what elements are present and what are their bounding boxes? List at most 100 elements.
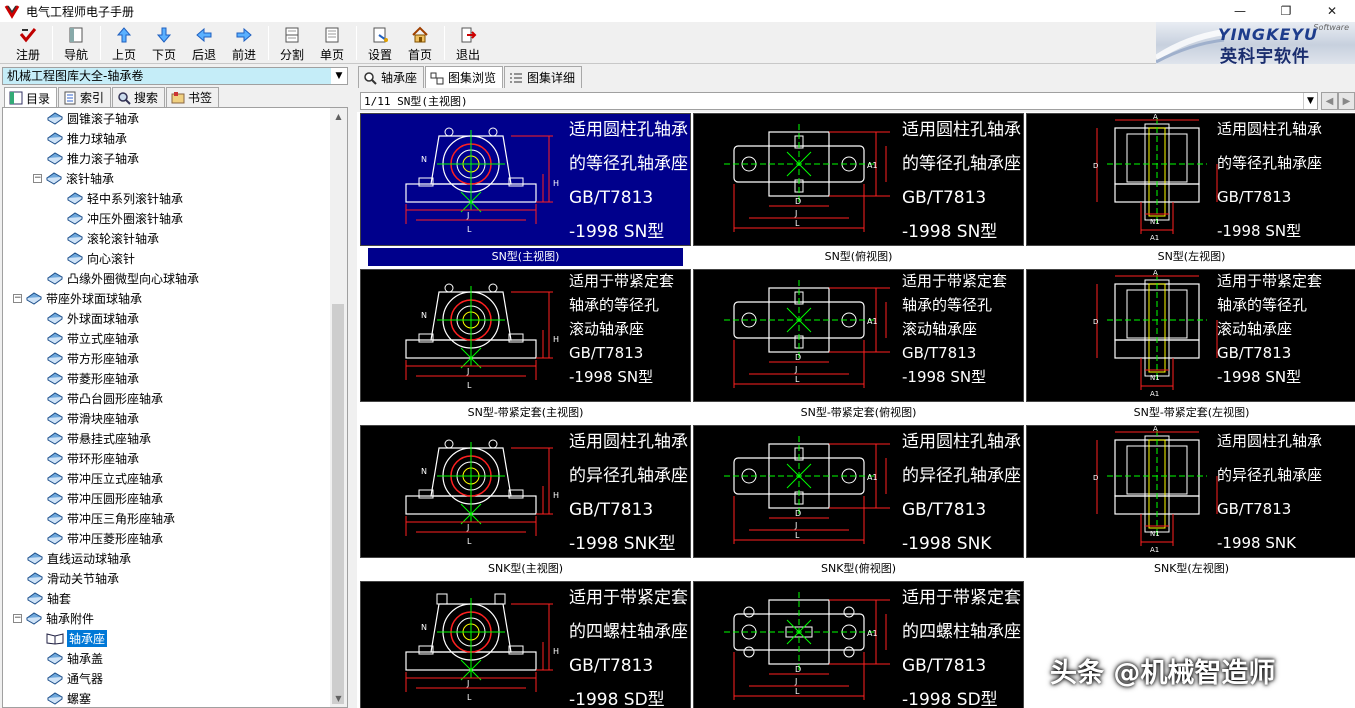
toolbar: 注册 导航 上页 下页 后退 前进 分割 单页 设置 首页 退出 [0,22,1355,64]
tab-index[interactable]: 索引 [58,87,112,107]
tree-item[interactable]: 带冲压圆形座轴承 [46,488,163,508]
book-icon [66,191,87,205]
drawing-annotation: 滚动轴承座 [902,320,978,338]
tree-item[interactable]: 带冲压立式座轴承 [46,468,163,488]
tree-item[interactable]: 圆锥滚子轴承 [46,108,139,128]
scrollbar-thumb[interactable] [332,304,344,704]
tree-item[interactable]: 带悬挂式座轴承 [46,428,151,448]
tree-item[interactable]: 向心滚针 [66,248,135,268]
drawing-thumbnail[interactable]: D J L A1 适用于带紧定套 的四螺柱轴承座 GB/T7813 -1998 SD型 [693,581,1024,708]
tree-item[interactable]: 带滑块座轴承 [46,408,139,428]
tree-item[interactable]: 直线运动球轴承 [26,548,131,568]
register-button[interactable]: 注册 [8,23,48,63]
drawing-thumbnail[interactable]: N J L H 适用于带紧定套 轴承的等径孔 滚动轴承座 GB/T7813 -1998 SN型 S… [360,269,691,424]
chevron-down-icon[interactable]: ▼ [1303,93,1317,109]
tree-item[interactable]: 带方形座轴承 [46,348,139,368]
exit-button[interactable]: 退出 [448,23,488,63]
tree-item[interactable]: − 滚针轴承 [33,168,114,188]
prev-page-button[interactable]: ◀ [1321,92,1338,110]
tab-gallery-detail[interactable]: 图集详细 [504,66,583,88]
tree-item[interactable]: 轴承座 [46,628,108,648]
tree-item[interactable]: 带冲压三角形座轴承 [46,508,175,528]
library-select[interactable]: 机械工程图库大全-轴承卷 ▼ [2,67,348,85]
tree-item[interactable]: 螺塞 [46,688,91,707]
settings-button[interactable]: 设置 [360,23,400,63]
tree-item[interactable]: 轴套 [26,588,71,608]
tree-item[interactable]: 轻中系列滚针轴承 [66,188,183,208]
single-page-button[interactable]: 单页 [312,23,352,63]
tree-item[interactable]: 通气器 [46,668,103,688]
page-up-button[interactable]: 上页 [104,23,144,63]
expand-toggle-icon[interactable]: − [13,613,22,623]
drawing-thumbnail[interactable]: N J L H 适用圆柱孔轴承 的异径孔轴承座 GB/T7813 -1998 SNK型 SNK型… [360,425,691,580]
back-button[interactable]: 后退 [184,23,224,63]
home-button[interactable]: 首页 [400,23,440,63]
tree-item[interactable]: − 轴承附件 [13,608,94,628]
drawing-thumbnail[interactable]: N J L H 适用于带紧定套 的四螺柱轴承座 GB/T7813 -1998 SD型 [360,581,691,708]
drawing-thumbnail[interactable]: D J L A1 适用圆柱孔轴承 的异径孔轴承座 GB/T7813 -1998 SNK SNK型… [693,425,1024,580]
drawing-image[interactable]: A D N1 A1 适用圆柱孔轴承 的异径孔轴承座 GB/T7813 -1998 SNK [1026,425,1355,558]
drawing-image[interactable]: D J L A1 适用于带紧定套 的四螺柱轴承座 GB/T7813 -1998 SD型 [693,581,1024,708]
tab-bearing-seat[interactable]: 轴承座 [358,66,425,88]
split-button[interactable]: 分割 [272,23,312,63]
tab-contents[interactable]: 目录 [4,87,58,108]
thumbnail-caption: SN型-带紧定套(左视图) [1133,406,1250,419]
tree-item[interactable]: 滚轮滚针轴承 [66,228,159,248]
tree-item[interactable]: 带立式座轴承 [46,328,139,348]
tree-scrollbar[interactable]: ▲ ▼ [330,108,347,707]
navigation-button[interactable]: 导航 [56,23,96,63]
close-button[interactable]: ✕ [1309,0,1355,22]
book-icon [46,491,67,505]
tree-item[interactable]: − 带座外球面球轴承 [13,288,142,308]
tree-item[interactable]: 推力滚子轴承 [46,148,139,168]
page-down-button[interactable]: 下页 [144,23,184,63]
drawing-image[interactable]: D J L A1 适用于带紧定套 轴承的等径孔 滚动轴承座 GB/T7813 -1998 SN型 [693,269,1024,402]
drawing-thumbnail[interactable]: N J L H 适用圆柱孔轴承 的等径孔轴承座 GB/T7813 -1998 SN型 SN型(主… [360,113,691,268]
drawing-thumbnail[interactable]: A D N1 A1 适用于带紧定套 轴承的等径孔 滚动轴承座 GB/T7813 -1998 SN… [1026,269,1355,424]
tree-item-label: 带冲压菱形座轴承 [67,531,164,546]
drawing-image[interactable]: N J L H 适用于带紧定套 轴承的等径孔 滚动轴承座 GB/T7813 -1998 SN型 [360,269,691,402]
tree-item[interactable]: 带环形座轴承 [46,448,139,468]
tree-item[interactable]: 带菱形座轴承 [46,368,139,388]
drawing-thumbnail[interactable]: A D N1 A1 适用圆柱孔轴承 的等径孔轴承座 GB/T7813 -1998 SN型 SN型… [1026,113,1355,268]
tab-gallery-browse[interactable]: 图集浏览 [425,66,504,88]
tree-item[interactable]: 带凸台圆形座轴承 [46,388,163,408]
drawing-image[interactable]: A D N1 A1 适用于带紧定套 轴承的等径孔 滚动轴承座 GB/T7813 -1998 SN… [1026,269,1355,402]
contents-tree[interactable]: ▲ ▼ 圆锥滚子轴承 推力球轴承 推力滚子轴承 − 滚针轴承 轻中系列滚针轴承 冲压外圈滚针… [2,107,348,708]
drawing-image[interactable]: D J L A1 适用圆柱孔轴承 的等径孔轴承座 GB/T7813 -1998 SN型 [693,113,1024,246]
tab-bookmarks[interactable]: 书签 [166,87,220,107]
pane-splitter[interactable] [350,64,356,708]
page-select[interactable]: 1/11 SN型(主视图) ▼ [360,92,1318,110]
drawing-annotation: GB/T7813 [569,500,654,520]
tree-item[interactable]: 带冲压菱形座轴承 [46,528,163,548]
scroll-up-icon[interactable]: ▲ [330,108,347,125]
thumbnail-caption: SN型(俯视图) [824,250,893,263]
expand-toggle-icon[interactable]: − [33,173,42,183]
drawing-image[interactable]: D J L A1 适用圆柱孔轴承 的异径孔轴承座 GB/T7813 -1998 SNK [693,425,1024,558]
maximize-button[interactable]: ❐ [1263,0,1309,22]
tree-item[interactable]: 凸缘外圈微型向心球轴承 [46,268,199,288]
expand-toggle-icon[interactable]: − [13,293,22,303]
forward-button[interactable]: 前进 [224,23,264,63]
drawing-annotation: -1998 SN型 [569,368,654,386]
svg-text:L: L [795,687,800,696]
tree-item[interactable]: 冲压外圈滚针轴承 [66,208,183,228]
drawing-thumbnail[interactable]: D J L A1 适用于带紧定套 轴承的等径孔 滚动轴承座 GB/T7813 -1998 SN型… [693,269,1024,424]
scroll-down-icon[interactable]: ▼ [330,690,347,707]
book-icon [46,631,67,645]
book-icon [46,151,67,165]
tree-item[interactable]: 推力球轴承 [46,128,127,148]
drawing-image[interactable]: N J L H 适用圆柱孔轴承 的异径孔轴承座 GB/T7813 -1998 SNK型 [360,425,691,558]
next-page-button[interactable]: ▶ [1338,92,1355,110]
drawing-image[interactable]: A D N1 A1 适用圆柱孔轴承 的等径孔轴承座 GB/T7813 -1998 SN型 [1026,113,1355,246]
drawing-image[interactable]: N J L H 适用于带紧定套 的四螺柱轴承座 GB/T7813 -1998 SD型 [360,581,691,708]
drawing-image[interactable]: N J L H 适用圆柱孔轴承 的等径孔轴承座 GB/T7813 -1998 SN型 [360,113,691,246]
tree-item[interactable]: 轴承盖 [46,648,103,668]
drawing-thumbnail[interactable]: A D N1 A1 适用圆柱孔轴承 的异径孔轴承座 GB/T7813 -1998 SNK SNK… [1026,425,1355,580]
tab-search[interactable]: 搜索 [112,87,166,107]
minimize-button[interactable]: — [1217,0,1263,22]
tree-item[interactable]: 外球面球轴承 [46,308,139,328]
tree-item[interactable]: 滑动关节轴承 [26,568,119,588]
chevron-down-icon[interactable]: ▼ [331,68,347,84]
drawing-thumbnail[interactable]: D J L A1 适用圆柱孔轴承 的等径孔轴承座 GB/T7813 -1998 SN型 SN型(… [693,113,1024,268]
